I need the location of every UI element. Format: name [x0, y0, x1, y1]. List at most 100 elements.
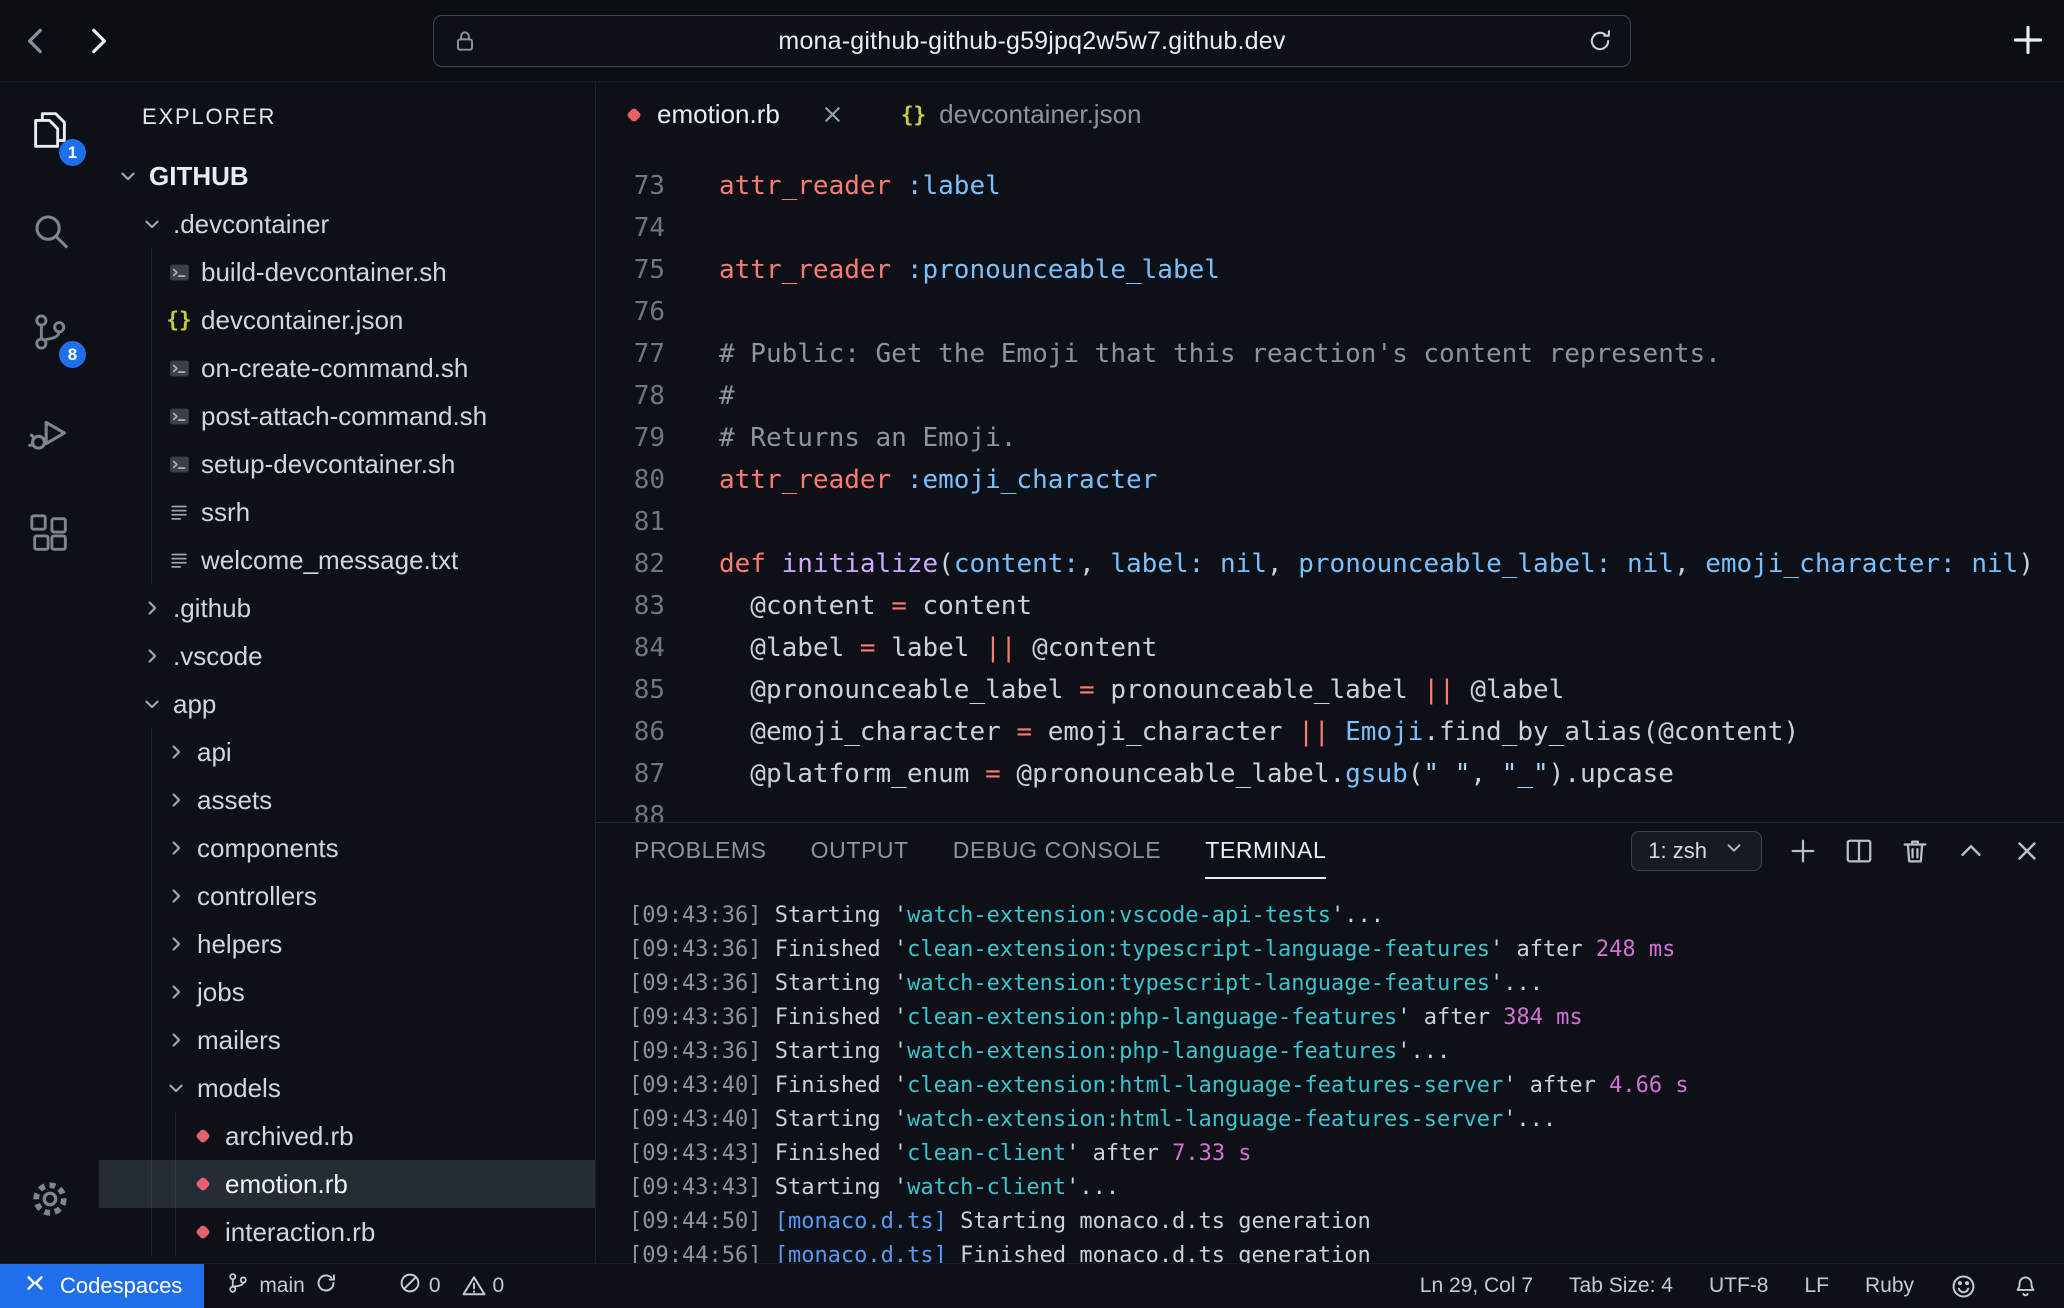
tree-item[interactable]: archived.rb: [99, 1112, 595, 1160]
git-branch-icon: [226, 1271, 250, 1301]
gear-icon: [27, 1176, 73, 1227]
tree-item-label: controllers: [197, 881, 317, 912]
new-tab-button[interactable]: [2008, 20, 2048, 60]
terminal-shell-select[interactable]: 1: zsh: [1631, 831, 1762, 871]
tree-item[interactable]: interaction.rb: [99, 1208, 595, 1256]
tree-item[interactable]: app: [99, 680, 595, 728]
codespaces-status-button[interactable]: Codespaces: [0, 1264, 204, 1308]
close-panel-icon[interactable]: [2012, 836, 2042, 866]
tree-item[interactable]: emotion.rb: [99, 1160, 595, 1208]
cursor-position[interactable]: Ln 29, Col 7: [1420, 1274, 1533, 1298]
tree-item[interactable]: assets: [99, 776, 595, 824]
close-tab-icon[interactable]: [820, 102, 845, 127]
line-number: 85: [596, 669, 719, 711]
settings-gear-button[interactable]: [0, 1161, 99, 1241]
eol-indicator[interactable]: LF: [1804, 1274, 1829, 1298]
indent-guide: [175, 1112, 176, 1160]
extensions-activity-button[interactable]: [0, 486, 99, 587]
code-line: 82def initialize(content:, label: nil, p…: [596, 543, 2064, 585]
problems-indicator[interactable]: 0 0: [398, 1271, 504, 1301]
panel-tab[interactable]: PROBLEMS: [634, 823, 767, 879]
back-button[interactable]: [10, 15, 62, 67]
ruby-icon: [624, 105, 644, 125]
tree-item[interactable]: models: [99, 1064, 595, 1112]
tree-item[interactable]: welcome_message.txt: [99, 536, 595, 584]
indent-guide: [151, 824, 152, 872]
status-bar-left: Codespaces main 0 0: [0, 1264, 504, 1308]
chevron-down-icon: [142, 214, 166, 234]
address-bar[interactable]: mona-github-github-g59jpq2w5w7.github.de…: [433, 15, 1631, 67]
browser-window: mona-github-github-g59jpq2w5w7.github.de…: [0, 0, 2064, 1308]
panel-tabs: PROBLEMS OUTPUT DEBUG CONSOLE TERMINAL: [634, 823, 1326, 879]
tree-item[interactable]: setup-devcontainer.sh: [99, 440, 595, 488]
tree-item-label: mailers: [197, 1025, 281, 1056]
indent-guide: [151, 392, 152, 440]
source-control-activity-button[interactable]: 8: [0, 284, 99, 385]
explorer-activity-button[interactable]: 1: [0, 82, 99, 183]
tree-item[interactable]: api: [99, 728, 595, 776]
warnings-count: 0: [493, 1274, 505, 1298]
tree-item[interactable]: helpers: [99, 920, 595, 968]
tab-size-indicator[interactable]: Tab Size: 4: [1569, 1274, 1673, 1298]
code-line: 83 @content = content: [596, 585, 2064, 627]
tab-label: devcontainer.json: [939, 99, 1141, 130]
search-activity-button[interactable]: [0, 183, 99, 284]
shell-icon: [166, 357, 192, 380]
branch-indicator[interactable]: main: [226, 1271, 338, 1301]
tree-item[interactable]: jobs: [99, 968, 595, 1016]
tree-item[interactable]: .devcontainer: [99, 200, 595, 248]
code-line: 81: [596, 501, 2064, 543]
tree-item[interactable]: mailers: [99, 1016, 595, 1064]
language-indicator[interactable]: Ruby: [1865, 1274, 1914, 1298]
chevron-right-icon: [166, 982, 190, 1002]
tree-item[interactable]: ssrh: [99, 488, 595, 536]
ruby-icon: [190, 1126, 216, 1146]
run-debug-activity-button[interactable]: [0, 385, 99, 486]
text-icon: [166, 549, 192, 571]
forward-button[interactable]: [72, 15, 124, 67]
tree-item[interactable]: {}devcontainer.json: [99, 296, 595, 344]
tree-item-label: setup-devcontainer.sh: [201, 449, 455, 480]
tree-item-label: jobs: [197, 977, 245, 1008]
panel-tab[interactable]: TERMINAL: [1205, 823, 1326, 879]
terminal-output[interactable]: [09:43:36] Starting 'watch-extension:vsc…: [596, 879, 2064, 1263]
editor-tab[interactable]: {}devcontainer.json: [873, 82, 1170, 147]
notifications-bell-icon[interactable]: [2013, 1274, 2038, 1299]
code-line: 74: [596, 207, 2064, 249]
tree-item[interactable]: post-attach-command.sh: [99, 392, 595, 440]
tab-label: emotion.rb: [657, 99, 780, 130]
code-editor[interactable]: 73attr_reader :label7475attr_reader :pro…: [596, 147, 2064, 822]
feedback-smiley-icon[interactable]: [1950, 1273, 1977, 1300]
code-line: 75attr_reader :pronounceable_label: [596, 249, 2064, 291]
line-number: 78: [596, 375, 719, 417]
terminal-line: [09:43:36] Starting 'watch-extension:php…: [629, 1035, 2064, 1069]
editor-tab[interactable]: emotion.rb: [596, 82, 873, 147]
line-number: 74: [596, 207, 719, 249]
tree-item[interactable]: .vscode: [99, 632, 595, 680]
refresh-icon[interactable]: [1586, 27, 1614, 55]
line-number: 86: [596, 711, 719, 753]
code-line: 78#: [596, 375, 2064, 417]
tree-item[interactable]: build-devcontainer.sh: [99, 248, 595, 296]
tree-item-label: interaction.rb: [225, 1217, 375, 1248]
maximize-panel-icon[interactable]: [1956, 836, 1986, 866]
new-terminal-icon[interactable]: [1788, 836, 1818, 866]
code-line: 85 @pronounceable_label = pronounceable_…: [596, 669, 2064, 711]
kill-terminal-icon[interactable]: [1900, 836, 1930, 866]
indent-guide: [151, 440, 152, 488]
terminal-line: [09:43:43] Finished 'clean-client' after…: [629, 1137, 2064, 1171]
tree-item[interactable]: on-create-command.sh: [99, 344, 595, 392]
terminal-line: [09:43:36] Starting 'watch-extension:vsc…: [629, 899, 2064, 933]
tree-item-label: helpers: [197, 929, 282, 960]
tree-item[interactable]: GITHUB: [99, 152, 595, 200]
split-terminal-icon[interactable]: [1844, 836, 1874, 866]
tree-item-label: app: [173, 689, 216, 720]
errors-count: 0: [429, 1274, 441, 1298]
encoding-indicator[interactable]: UTF-8: [1709, 1274, 1769, 1298]
panel-tab[interactable]: OUTPUT: [811, 823, 909, 879]
panel-tab[interactable]: DEBUG CONSOLE: [953, 823, 1161, 879]
tree-item[interactable]: controllers: [99, 872, 595, 920]
line-number: 84: [596, 627, 719, 669]
tree-item[interactable]: .github: [99, 584, 595, 632]
tree-item[interactable]: components: [99, 824, 595, 872]
